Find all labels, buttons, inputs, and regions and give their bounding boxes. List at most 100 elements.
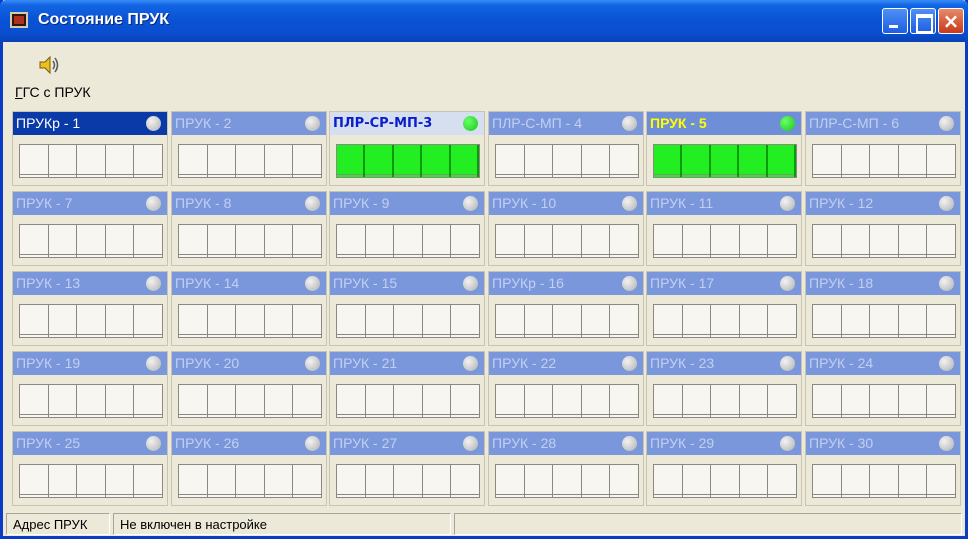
pruk-panel-label: ПРУК - 28 — [492, 435, 557, 451]
channel-cell — [898, 465, 928, 497]
pruk-panel[interactable]: ПРУК - 26 — [171, 431, 327, 506]
pruk-panel[interactable]: ПЛР-СР-МП-3 — [329, 111, 485, 186]
title-bar[interactable]: Состояние ПРУК × — [0, 0, 968, 42]
channel-cell — [927, 385, 955, 417]
pruk-panel-header[interactable]: ПРУК - 7 — [13, 192, 167, 215]
pruk-panel-header[interactable]: ПРУК - 2 — [172, 112, 326, 135]
channel-cell — [134, 385, 162, 417]
channel-cell — [870, 305, 899, 337]
pruk-panel-header[interactable]: ПРУК - 23 — [647, 352, 801, 375]
minimize-button[interactable] — [882, 8, 908, 34]
pruk-panel[interactable]: ПРУК - 10 — [488, 191, 644, 266]
pruk-panel-label: ПРУК - 25 — [16, 435, 81, 451]
pruk-panel-header[interactable]: ПЛР-С-МП - 4 — [489, 112, 643, 135]
pruk-panel[interactable]: ПРУК - 19 — [12, 351, 168, 426]
pruk-panel-header[interactable]: ПРУК - 14 — [172, 272, 326, 295]
pruk-panel-header[interactable]: ПРУК - 22 — [489, 352, 643, 375]
pruk-panel[interactable]: ПЛР-С-МП - 4 — [488, 111, 644, 186]
pruk-panel[interactable]: ПРУК - 2 — [171, 111, 327, 186]
pruk-panel-label: ПРУКр - 1 — [16, 115, 81, 131]
channel-strip — [336, 224, 480, 258]
channel-cell — [524, 225, 554, 257]
pruk-panel[interactable]: ПРУК - 28 — [488, 431, 644, 506]
pruk-panel-header[interactable]: ПЛР-СР-МП-3 — [330, 112, 484, 135]
pruk-panel[interactable]: ПРУК - 13 — [12, 271, 168, 346]
pruk-panel-header[interactable]: ПРУК - 17 — [647, 272, 801, 295]
pruk-panel-header[interactable]: ПЛР-С-МП - 6 — [806, 112, 960, 135]
pruk-panel[interactable]: ПРУК - 18 — [805, 271, 961, 346]
pruk-panel[interactable]: ПРУК - 14 — [171, 271, 327, 346]
pruk-panel-header[interactable]: ПРУК - 21 — [330, 352, 484, 375]
pruk-panel[interactable]: ПРУК - 8 — [171, 191, 327, 266]
channel-cell — [813, 305, 842, 337]
pruk-panel[interactable]: ПРУК - 27 — [329, 431, 485, 506]
channel-cell — [870, 225, 899, 257]
pruk-panel[interactable]: ПРУК - 22 — [488, 351, 644, 426]
channel-strip — [653, 144, 797, 178]
status-indicator-icon — [305, 196, 320, 211]
pruk-panel-header[interactable]: ПРУК - 25 — [13, 432, 167, 455]
channel-cell — [581, 385, 611, 417]
channel-cell — [179, 465, 208, 497]
pruk-panel-header[interactable]: ПРУК - 5 — [647, 112, 801, 135]
ggs-pruk-button[interactable]: ГГС с ПРУК — [15, 50, 125, 106]
pruk-panel[interactable]: ПРУК - 15 — [329, 271, 485, 346]
pruk-panel-header[interactable]: ПРУК - 15 — [330, 272, 484, 295]
pruk-panel[interactable]: ПРУК - 12 — [805, 191, 961, 266]
pruk-panel-header[interactable]: ПРУК - 8 — [172, 192, 326, 215]
pruk-panel[interactable]: ПРУК - 29 — [646, 431, 802, 506]
pruk-panel[interactable]: ПРУК - 17 — [646, 271, 802, 346]
pruk-panel[interactable]: ПРУК - 24 — [805, 351, 961, 426]
pruk-panel-label: ПРУК - 22 — [492, 355, 557, 371]
pruk-panel[interactable]: ПРУК - 9 — [329, 191, 485, 266]
pruk-panel[interactable]: ПРУК - 30 — [805, 431, 961, 506]
pruk-panel[interactable]: ПЛР-С-МП - 6 — [805, 111, 961, 186]
pruk-panel[interactable]: ПРУК - 23 — [646, 351, 802, 426]
pruk-panel[interactable]: ПРУК - 21 — [329, 351, 485, 426]
pruk-panel-label: ПРУК - 13 — [16, 275, 81, 291]
pruk-panel-header[interactable]: ПРУК - 29 — [647, 432, 801, 455]
pruk-panel-header[interactable]: ПРУК - 26 — [172, 432, 326, 455]
pruk-panel-header[interactable]: ПРУК - 9 — [330, 192, 484, 215]
close-button[interactable]: × — [938, 8, 964, 34]
channel-cell — [768, 465, 796, 497]
channel-strip — [495, 224, 639, 258]
channel-cell — [422, 145, 451, 177]
pruk-panel[interactable]: ПРУК - 5 — [646, 111, 802, 186]
status-indicator-icon — [780, 356, 795, 371]
pruk-panel[interactable]: ПРУКр - 1 — [12, 111, 168, 186]
pruk-panel[interactable]: ПРУК - 11 — [646, 191, 802, 266]
pruk-panel-header[interactable]: ПРУК - 11 — [647, 192, 801, 215]
status-indicator-icon — [146, 196, 161, 211]
channel-cell — [179, 305, 208, 337]
pruk-panel-label: ПРУК - 21 — [333, 355, 398, 371]
channel-cell — [264, 145, 294, 177]
pruk-panel-header[interactable]: ПРУКр - 16 — [489, 272, 643, 295]
pruk-panel-label: ПРУК - 15 — [333, 275, 398, 291]
pruk-panel-header[interactable]: ПРУК - 18 — [806, 272, 960, 295]
maximize-button[interactable] — [910, 8, 936, 34]
status-indicator-icon — [146, 276, 161, 291]
pruk-panel-header[interactable]: ПРУК - 27 — [330, 432, 484, 455]
pruk-panel-header[interactable]: ПРУК - 24 — [806, 352, 960, 375]
pruk-panel-header[interactable]: ПРУК - 20 — [172, 352, 326, 375]
pruk-panel-header[interactable]: ПРУК - 10 — [489, 192, 643, 215]
pruk-panel[interactable]: ПРУКр - 16 — [488, 271, 644, 346]
channel-cell — [264, 465, 294, 497]
pruk-panel-label: ПРУК - 10 — [492, 195, 557, 211]
pruk-panel-header[interactable]: ПРУК - 12 — [806, 192, 960, 215]
pruk-panel[interactable]: ПРУК - 7 — [12, 191, 168, 266]
pruk-panel-header[interactable]: ПРУК - 19 — [13, 352, 167, 375]
pruk-panel-header[interactable]: ПРУК - 30 — [806, 432, 960, 455]
pruk-panel-header[interactable]: ПРУК - 28 — [489, 432, 643, 455]
app-icon[interactable] — [10, 12, 28, 28]
pruk-panel-header[interactable]: ПРУК - 13 — [13, 272, 167, 295]
pruk-panel-header[interactable]: ПРУКр - 1 — [13, 112, 167, 135]
channel-cell — [451, 305, 479, 337]
channel-strip — [19, 304, 163, 338]
pruk-panel[interactable]: ПРУК - 20 — [171, 351, 327, 426]
channel-cell — [105, 385, 135, 417]
channel-cell — [581, 465, 611, 497]
pruk-panel[interactable]: ПРУК - 25 — [12, 431, 168, 506]
channel-strip — [336, 304, 480, 338]
